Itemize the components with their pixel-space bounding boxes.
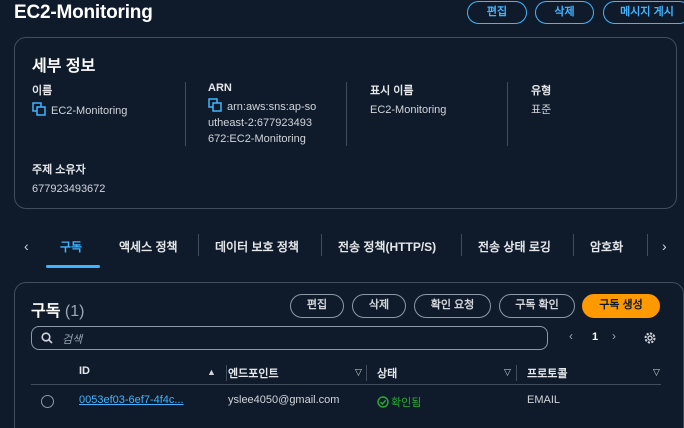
subscriptions-count: (1): [64, 303, 85, 320]
page-header: EC2-Monitoring 편집 삭제 메시지 게시: [14, 0, 684, 28]
display-name-field: 표시 이름 EC2-Monitoring: [370, 82, 446, 118]
copy-icon[interactable]: [208, 98, 223, 112]
tab-encryption[interactable]: 암호화: [590, 238, 623, 255]
name-field: 이름 EC2-Monitoring: [32, 82, 127, 119]
request-confirmation-button[interactable]: 확인 요청: [414, 294, 491, 318]
table-row: 0053ef03-6ef7-4f4c... yslee4050@gmail.co…: [31, 391, 661, 415]
column-header-protocol[interactable]: 프로토콜: [527, 365, 567, 381]
subscriptions-panel: 구독 (1) 편집 삭제 확인 요청 구독 확인 구독 생성 검색 ‹ 1 › …: [14, 282, 684, 428]
tab-data-protection-policy[interactable]: 데이터 보호 정책: [215, 238, 299, 255]
tab-delivery-status-logging[interactable]: 전송 상태 로깅: [478, 238, 551, 255]
search-icon: [41, 332, 53, 344]
column-header-endpoint[interactable]: 엔드포인트: [228, 365, 279, 381]
tab-divider: [321, 234, 322, 256]
search-input[interactable]: 검색: [31, 326, 548, 350]
arn-field: ARN arn:aws:sns:ap-so utheast-2:67792349…: [208, 82, 316, 147]
tab-access-policy[interactable]: 액세스 정책: [119, 238, 178, 255]
name-label: 이름: [32, 85, 53, 97]
sort-down-icon[interactable]: ▽: [653, 367, 660, 378]
status-text: 확인됨: [391, 397, 422, 409]
display-name-value: EC2-Monitoring: [370, 104, 447, 116]
tab-divider: [198, 234, 199, 256]
delete-button[interactable]: 삭제: [535, 1, 594, 24]
chevron-left-icon[interactable]: ‹: [24, 238, 29, 254]
sort-up-icon[interactable]: ▲: [207, 367, 216, 377]
divider: [507, 82, 508, 146]
edit-button[interactable]: 편집: [467, 1, 527, 24]
endpoint-value: yslee4050@gmail.com: [228, 394, 340, 406]
tab-bar: ‹ 구독 액세스 정책 데이터 보호 정책 전송 정책(HTTP/S) 전송 상…: [14, 228, 684, 268]
protocol-value: EMAIL: [527, 394, 561, 406]
search-placeholder: 검색: [62, 334, 83, 346]
type-label: 유형: [531, 85, 552, 97]
page-number[interactable]: 1: [592, 331, 598, 343]
sort-down-icon[interactable]: ▽: [355, 367, 362, 378]
type-value: 표준: [531, 104, 552, 116]
publish-message-button[interactable]: 메시지 게시: [603, 1, 684, 24]
display-name-label: 표시 이름: [370, 85, 414, 97]
arn-value-line1: arn:aws:sns:ap-so: [227, 101, 317, 113]
settings-icon[interactable]: [643, 331, 657, 345]
copy-icon[interactable]: [32, 102, 47, 116]
chevron-right-icon[interactable]: ›: [612, 329, 616, 343]
details-title: 세부 정보: [32, 58, 96, 75]
check-circle-icon: [377, 396, 389, 408]
row-select-radio[interactable]: [41, 395, 54, 408]
owner-field: 주제 소유자 677923493672: [32, 161, 105, 197]
tab-subscriptions[interactable]: 구독: [60, 238, 82, 255]
delete-subscription-button[interactable]: 삭제: [352, 294, 406, 318]
divider: [185, 82, 186, 146]
type-field: 유형 표준: [531, 82, 551, 118]
arn-label: ARN: [208, 82, 232, 94]
tab-divider: [573, 234, 574, 256]
tab-delivery-policy[interactable]: 전송 정책(HTTP/S): [338, 238, 436, 255]
status-badge: 확인됨: [377, 394, 421, 410]
page-title: EC2-Monitoring: [14, 2, 153, 23]
confirm-subscription-button[interactable]: 구독 확인: [499, 294, 575, 318]
edit-subscription-button[interactable]: 편집: [290, 294, 344, 318]
create-subscription-button[interactable]: 구독 생성: [582, 294, 660, 318]
subscriptions-title: 구독 (1): [31, 297, 84, 321]
name-value: EC2-Monitoring: [51, 105, 128, 117]
subscriptions-title-text: 구독: [31, 303, 61, 320]
active-tab-indicator: [46, 265, 100, 268]
owner-value: 677923493672: [32, 183, 106, 195]
sort-down-icon[interactable]: ▽: [504, 367, 511, 378]
arn-value-line2: utheast-2:677923493: [208, 117, 312, 129]
owner-label: 주제 소유자: [32, 164, 86, 176]
column-divider: [516, 365, 517, 381]
table-header: ID ▲ 엔드포인트 ▽ 상태 ▽ 프로토콜 ▽: [31, 361, 661, 385]
chevron-left-icon[interactable]: ‹: [569, 329, 573, 343]
details-panel: 세부 정보 이름 EC2-Monitoring ARN arn:aws:sns:…: [14, 37, 677, 209]
tab-divider: [647, 234, 648, 256]
divider: [346, 82, 347, 146]
tab-divider: [461, 234, 462, 256]
arn-value-line3: 672:EC2-Monitoring: [208, 133, 306, 145]
column-divider: [226, 365, 227, 381]
chevron-right-icon[interactable]: ›: [662, 238, 667, 254]
column-header-id[interactable]: ID: [79, 365, 90, 377]
column-header-status[interactable]: 상태: [377, 365, 397, 381]
subscription-id-link[interactable]: 0053ef03-6ef7-4f4c...: [79, 394, 184, 406]
column-divider: [366, 365, 367, 381]
